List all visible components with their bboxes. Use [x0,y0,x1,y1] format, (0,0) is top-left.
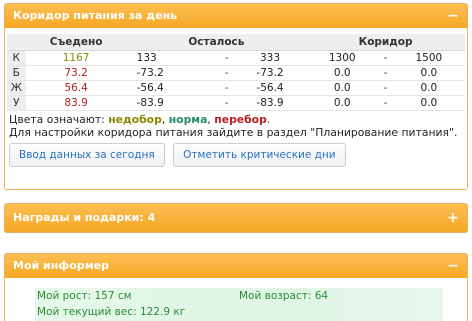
eaten-value: 83.9 [25,95,127,111]
informer-panel-title: Мой информер [13,259,110,272]
legend-end: . [266,112,271,126]
legend-under: недобор [108,112,162,126]
weight-text: Мой текущий вес: 122.9 кг [37,306,186,318]
mark-critical-days-button[interactable]: Отметить критические дни [173,142,346,167]
rewards-panel-title: Награды и подарки: 4 [13,211,156,224]
header-eaten: Съедено [25,34,127,51]
collapse-icon[interactable]: − [445,4,461,28]
dash: - [378,65,393,81]
eaten-value: 1167 [25,50,127,66]
informer-widget: Мой рост: 157 см Мой возраст: 64 Мой тек… [35,288,443,321]
corridor-from: 1300 [306,50,379,66]
corridor-to: 0.0 [392,80,465,96]
legend-separator: , [161,112,169,126]
dash: - [219,95,234,111]
eaten-value: 56.4 [25,80,127,96]
corridor-from: 0.0 [306,80,379,96]
expand-icon[interactable]: + [445,204,461,232]
table-row: Ж 56.4 -56.4 - -56.4 0.0 - 0.0 [7,80,465,96]
row-label: К [7,50,26,66]
remaining-to: -73.2 [233,65,307,81]
header-remaining: Осталось [126,34,307,51]
dash: - [219,65,234,81]
age-text: Мой возраст: 64 [239,290,329,302]
rewards-panel: Награды и подарки: 4 + [4,203,468,233]
remaining-to: -56.4 [233,80,307,96]
corridor-panel: Коридор питания за день − Съедено Остало… [4,3,468,190]
table-row: К 1167 133 - 333 1300 - 1500 [7,50,465,66]
corridor-table: Съедено Осталось Коридор К 1167 133 - 33… [7,34,465,111]
remaining-from: -73.2 [126,65,220,81]
legend-norm: норма [168,112,208,126]
height-text: Мой рост: 157 см [37,290,132,302]
dash: - [219,50,234,66]
dash: - [378,95,393,111]
dash: - [219,80,234,96]
remaining-to: 333 [233,50,307,66]
corridor-to: 0.0 [392,65,465,81]
legend-over: перебор [214,112,267,126]
collapse-icon[interactable]: − [445,254,461,278]
color-legend: Цвета означают: недобор, норма, перебор. [7,113,465,126]
corridor-to: 1500 [392,50,465,66]
corridor-from: 0.0 [306,95,379,111]
enter-today-button[interactable]: Ввод данных за сегодня [9,142,165,167]
dash: - [378,80,393,96]
header-corner [7,34,26,51]
corridor-info-text: Для настройки коридора питания зайдите в… [9,125,458,139]
remaining-from: -56.4 [126,80,220,96]
remaining-to: -83.9 [233,95,307,111]
dash: - [378,50,393,66]
row-label: Б [7,65,26,81]
legend-prefix: Цвета означают: [9,112,109,126]
corridor-panel-header[interactable]: Коридор питания за день − [5,4,467,28]
header-corridor: Коридор [306,34,465,51]
row-label: У [7,95,26,111]
informer-panel-header[interactable]: Мой информер − [5,254,467,278]
corridor-from: 0.0 [306,65,379,81]
table-row: У 83.9 -83.9 - -83.9 0.0 - 0.0 [7,95,465,111]
rewards-panel-header[interactable]: Награды и подарки: 4 + [5,204,467,232]
table-row: Б 73.2 -73.2 - -73.2 0.0 - 0.0 [7,65,465,81]
corridor-panel-title: Коридор питания за день [13,9,178,22]
eaten-value: 73.2 [25,65,127,81]
row-label: Ж [7,80,26,96]
remaining-from: -83.9 [126,95,220,111]
informer-panel: Мой информер − Мой рост: 157 см Мой возр… [4,253,468,321]
remaining-from: 133 [126,50,220,66]
corridor-to: 0.0 [392,95,465,111]
